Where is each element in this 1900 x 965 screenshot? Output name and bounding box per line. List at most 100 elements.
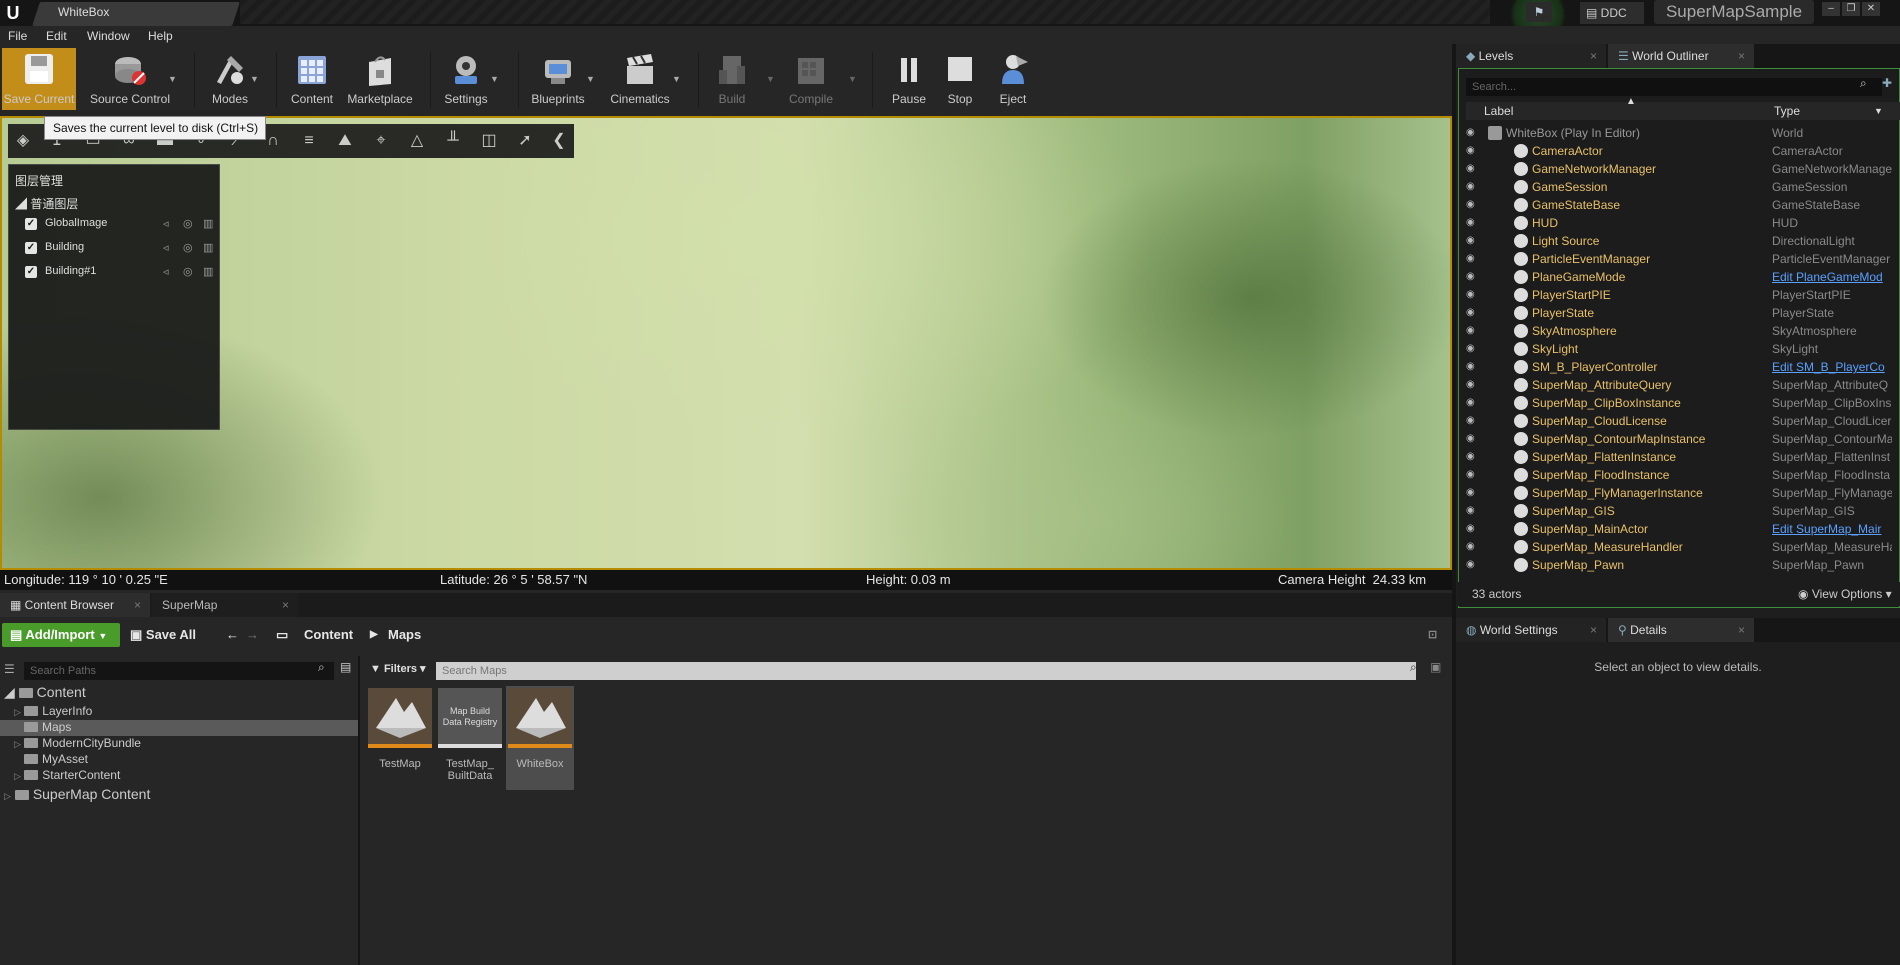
view-options-button[interactable]: ◉ View Options ▾ (1798, 587, 1892, 601)
actor-row[interactable]: ◉ SuperMap_GIS SuperMap_GIS (1466, 502, 1900, 520)
locate-icon[interactable]: ◃ (163, 217, 169, 230)
edit-blueprint-link[interactable]: Edit SM_B_PlayerCo (1772, 360, 1892, 374)
modes-dropdown-icon[interactable]: ▼ (250, 74, 259, 84)
tree-item-myasset[interactable]: MyAsset (0, 752, 358, 768)
visibility-eye-icon[interactable]: ◉ (1466, 469, 1475, 480)
actor-row[interactable]: ◉ WhiteBox (Play In Editor) World (1466, 124, 1900, 142)
layer-checkbox[interactable]: ✓ (25, 218, 37, 230)
menu-file[interactable]: File (8, 29, 27, 43)
back-arrow-icon[interactable]: ← (226, 623, 239, 647)
visibility-eye-icon[interactable]: ◉ (1466, 253, 1475, 264)
actor-row[interactable]: ◉ GameSession GameSession (1466, 178, 1900, 196)
collapse-icon[interactable]: ▷ (14, 771, 21, 781)
delete-icon[interactable]: ▥ (203, 265, 213, 278)
visibility-eye-icon[interactable]: ◉ (1466, 379, 1475, 390)
add-import-button[interactable]: ▤ Add/Import ▼ (2, 623, 120, 647)
split-view-icon[interactable]: ◫ (478, 130, 500, 152)
close-tab-icon[interactable]: × (282, 593, 289, 617)
actor-row[interactable]: ◉ SkyAtmosphere SkyAtmosphere (1466, 322, 1900, 340)
close-tab-icon[interactable]: × (1738, 618, 1745, 642)
close-tab-icon[interactable]: × (1590, 618, 1597, 642)
collapse-icon[interactable]: ▷ (14, 739, 21, 749)
visibility-eye-icon[interactable]: ◉ (1466, 541, 1475, 552)
tree-item-content[interactable]: ◢ Content (0, 684, 358, 702)
search-maps-input[interactable]: Search Maps (436, 662, 1416, 680)
visibility-eye-icon[interactable]: ◉ (1466, 415, 1475, 426)
tree-item-startercontent[interactable]: ▷ StarterContent (0, 768, 358, 784)
view-options-icon[interactable]: ▤ (340, 660, 351, 674)
visibility-icon[interactable]: ◎ (183, 217, 193, 230)
stop-button[interactable]: Stop (936, 48, 984, 110)
locate-icon[interactable]: ◃ (163, 265, 169, 278)
blueprints-button[interactable]: Blueprints (526, 48, 590, 110)
outliner-search-input[interactable]: Search... (1466, 78, 1882, 96)
layers-icon[interactable]: ◈ (12, 130, 34, 152)
menu-window[interactable]: Window (87, 29, 130, 43)
pause-button[interactable]: Pause (884, 48, 934, 110)
visibility-eye-icon[interactable]: ◉ (1466, 559, 1475, 570)
actor-row[interactable]: ◉ SkyLight SkyLight (1466, 340, 1900, 358)
close-tab-icon[interactable]: × (1738, 44, 1745, 68)
actor-row[interactable]: ◉ SuperMap_Pawn SuperMap_Pawn (1466, 556, 1900, 574)
tab-supermap[interactable]: SuperMap × (152, 593, 298, 617)
terrain-icon[interactable]: ⛰ (334, 130, 356, 152)
forward-arrow-icon[interactable]: → (246, 623, 259, 647)
actor-row[interactable]: ◉ SuperMap_CloudLicense SuperMap_CloudLice… (1466, 412, 1900, 430)
breadcrumb-maps[interactable]: Maps (388, 623, 421, 647)
source-control-button[interactable]: Source Control (84, 48, 176, 110)
visibility-eye-icon[interactable]: ◉ (1466, 451, 1475, 462)
cinematics-dropdown-icon[interactable]: ▼ (672, 74, 681, 84)
visibility-eye-icon[interactable]: ◉ (1466, 199, 1475, 210)
edit-blueprint-link[interactable]: Edit PlaneGameMod (1772, 270, 1892, 284)
visibility-eye-icon[interactable]: ◉ (1466, 163, 1475, 174)
visibility-eye-icon[interactable]: ◉ (1466, 271, 1475, 282)
modes-button[interactable]: Modes (204, 48, 256, 110)
close-tab-icon[interactable]: × (1590, 44, 1597, 68)
actor-row[interactable]: ◉ SuperMap_FlattenInstance SuperMap_Flatte… (1466, 448, 1900, 466)
actor-row[interactable]: ◉ HUD HUD (1466, 214, 1900, 232)
visibility-eye-icon[interactable]: ◉ (1466, 325, 1475, 336)
breadcrumb-chevron-icon[interactable]: ▶ (370, 623, 378, 647)
visibility-eye-icon[interactable]: ◉ (1466, 487, 1475, 498)
expand-icon[interactable]: ◢ (4, 684, 15, 700)
settings-button[interactable]: Settings (440, 48, 492, 110)
layer-group-label[interactable]: ◢ 普通图层 (15, 195, 78, 212)
tree-item-supermap-content[interactable]: ▷ SuperMap Content (0, 786, 358, 804)
actor-row[interactable]: ◉ PlayerStartPIE PlayerStartPIE (1466, 286, 1900, 304)
ddc-button[interactable]: ▤ DDC (1580, 2, 1644, 24)
visibility-eye-icon[interactable]: ◉ (1466, 361, 1475, 372)
slope-icon[interactable]: △ (406, 130, 428, 152)
asset-tile-testmap[interactable]: TestMap (366, 686, 434, 790)
marketplace-button[interactable]: Marketplace (342, 48, 418, 110)
save-current-button[interactable]: Save Current (2, 48, 76, 110)
column-label[interactable]: Label (1484, 104, 1513, 118)
actor-row[interactable]: ◉ PlaneGameMode Edit PlaneGameMod (1466, 268, 1900, 286)
visibility-eye-icon[interactable]: ◉ (1466, 523, 1475, 534)
visibility-icon[interactable]: ◎ (183, 241, 193, 254)
eject-button[interactable]: Eject (988, 48, 1038, 110)
sort-ascending-icon[interactable]: ▲ (1626, 96, 1636, 107)
close-tab-icon[interactable]: × (134, 593, 141, 617)
blueprints-dropdown-icon[interactable]: ▼ (586, 74, 595, 84)
build-button[interactable]: Build (708, 48, 756, 110)
tab-content-browser[interactable]: ▦ Content Browser × (0, 593, 150, 617)
visibility-eye-icon[interactable]: ◉ (1466, 505, 1475, 516)
asset-tile-testmap-builtdata[interactable]: Map Build Data Registry TestMap_ BuiltDa… (436, 686, 504, 790)
actor-row[interactable]: ◉ CameraActor CameraActor (1466, 142, 1900, 160)
column-type[interactable]: Type (1774, 104, 1800, 118)
collapse-icon[interactable]: ▷ (4, 791, 11, 801)
actor-row[interactable]: ◉ SuperMap_FloodInstance SuperMap_FloodIns… (1466, 466, 1900, 484)
tab-world-outliner[interactable]: ☰ World Outliner × (1608, 44, 1754, 68)
actor-row[interactable]: ◉ GameNetworkManager GameNetworkManager (1466, 160, 1900, 178)
visibility-eye-icon[interactable]: ◉ (1466, 235, 1475, 246)
visibility-eye-icon[interactable]: ◉ (1466, 145, 1475, 156)
tree-item-maps[interactable]: Maps (0, 720, 358, 736)
actor-row[interactable]: ◉ ParticleEventManager ParticleEventManage… (1466, 250, 1900, 268)
lock-icon[interactable]: ⊡ (1428, 623, 1437, 647)
layer-checkbox[interactable]: ✓ (25, 266, 37, 278)
tree-item-layerinfo[interactable]: ▷ LayerInfo (0, 704, 358, 720)
save-search-icon[interactable]: ▣ (1430, 660, 1441, 674)
search-paths-input[interactable]: Search Paths (24, 662, 334, 680)
flag-icon[interactable]: ⚑ (1526, 2, 1552, 22)
actor-row[interactable]: ◉ SuperMap_AttributeQuery SuperMap_Attribu… (1466, 376, 1900, 394)
